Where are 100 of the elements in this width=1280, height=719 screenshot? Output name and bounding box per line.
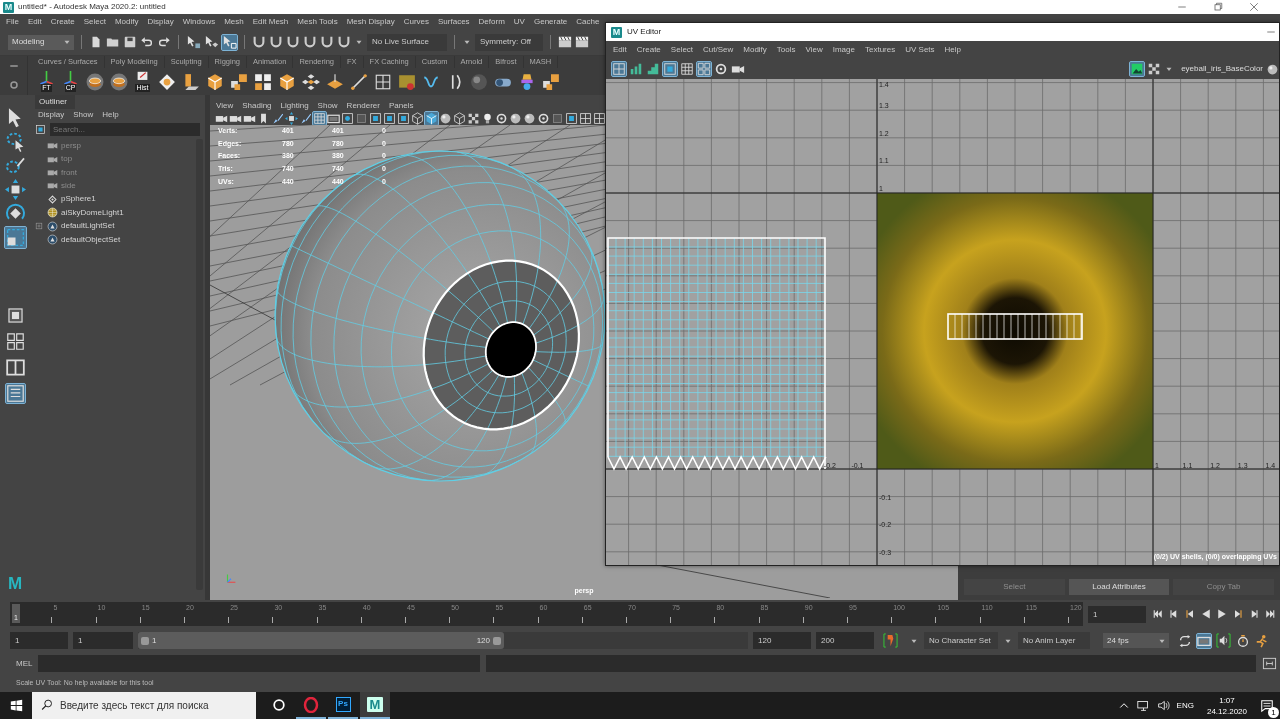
magnet-icon[interactable] [337, 35, 351, 49]
symmetry-field[interactable]: Symmetry: Off [475, 33, 543, 51]
frame-icon[interactable] [369, 111, 382, 125]
outliner-item[interactable]: defaultObjectSet [61, 234, 121, 245]
cursor-icon[interactable] [222, 34, 237, 50]
menu-item[interactable]: Windows [182, 16, 216, 27]
skip-to-start-icon[interactable] [1152, 608, 1164, 620]
clock-time[interactable]: 1:07 [1206, 694, 1247, 706]
checker-icon[interactable] [1147, 62, 1162, 76]
tile-icon[interactable] [612, 62, 626, 76]
running-figure-icon[interactable] [1255, 633, 1269, 648]
tile-icon[interactable] [593, 111, 606, 125]
taskbar-search-field[interactable]: Введите здесь текст для поиска [32, 692, 256, 719]
scale-icon[interactable] [4, 227, 26, 248]
menu-item[interactable]: File [6, 16, 19, 27]
menu-item[interactable]: Lighting [280, 100, 309, 111]
menu-item[interactable]: Edit Mesh [252, 16, 289, 27]
menu-item[interactable]: Panels [388, 100, 414, 111]
frame-icon[interactable] [565, 111, 578, 125]
slider-handle[interactable] [493, 636, 501, 645]
range-slider[interactable]: 1 120 [138, 632, 504, 649]
end-frame-field[interactable]: 120 [753, 632, 811, 649]
knife-icon[interactable] [349, 72, 368, 91]
squares-icon[interactable] [253, 72, 272, 91]
cube-icon[interactable] [277, 72, 296, 91]
brush-icon[interactable] [4, 155, 26, 176]
single-pane-icon[interactable] [5, 306, 25, 325]
diamond-icon[interactable] [157, 72, 176, 91]
menu-item[interactable]: Create [50, 16, 75, 27]
play-icon[interactable] [1216, 608, 1228, 620]
outliner-item[interactable]: aiSkyDomeLight1 [61, 207, 124, 218]
tiles-icon[interactable] [301, 72, 320, 91]
menu-item[interactable]: Modify [743, 45, 767, 55]
menu-item[interactable]: Show [73, 110, 94, 120]
loop-icon[interactable] [1178, 633, 1192, 648]
menu-item[interactable]: Create [636, 45, 661, 55]
start-frame-field[interactable]: 1 [73, 632, 133, 649]
menu-item[interactable]: Modify [114, 16, 139, 27]
play-backward-icon[interactable] [1200, 608, 1212, 620]
menu-item[interactable]: Mesh Tools [297, 16, 338, 27]
brush-icon[interactable] [299, 111, 312, 125]
sphere-icon[interactable] [509, 111, 522, 125]
command-language-label[interactable]: MEL [16, 658, 32, 669]
texture-name[interactable]: eyeball_iris_BaseColor [1181, 64, 1263, 74]
range-slider-track[interactable]: 1 120 [138, 632, 748, 649]
menu-item[interactable]: Select [670, 45, 694, 55]
previous-key-icon[interactable] [1184, 608, 1196, 620]
menu-item[interactable]: Tools [776, 45, 796, 55]
search-field[interactable]: Search... [50, 122, 200, 136]
menu-item[interactable]: View [216, 100, 234, 111]
cursor-icon[interactable] [186, 34, 201, 50]
sphere-mesh-drawing[interactable] [274, 150, 606, 482]
magnet-icon[interactable] [252, 35, 266, 49]
bar-chart-icon[interactable] [629, 62, 643, 76]
magnet-icon[interactable] [269, 35, 283, 49]
menu-item[interactable]: Mesh [224, 16, 244, 27]
anim-layer-field[interactable]: No Anim Layer [1018, 632, 1090, 649]
slider-handle[interactable] [141, 636, 149, 645]
outliner-item[interactable]: pSphere1 [61, 194, 96, 205]
uv-shell-drawing[interactable] [947, 313, 1083, 340]
plane-icon[interactable] [325, 72, 344, 91]
menu-item[interactable]: Edit [27, 16, 42, 27]
menu-item[interactable]: Edit [613, 45, 627, 55]
skip-to-end-icon[interactable] [1264, 608, 1276, 620]
sphere-icon[interactable] [523, 111, 536, 125]
outliner-tab[interactable]: Outliner [35, 95, 75, 109]
cube-icon[interactable] [205, 72, 224, 91]
stopwatch-icon[interactable] [1236, 633, 1250, 648]
menu-item[interactable]: Shading [242, 100, 272, 111]
target-icon[interactable] [341, 111, 354, 125]
frame-icon[interactable] [397, 111, 410, 125]
attribute-button[interactable]: Load Attributes [1068, 579, 1170, 595]
end-frame-field[interactable]: 200 [816, 632, 874, 649]
magnet-icon[interactable] [303, 35, 317, 49]
blocks-icon[interactable] [229, 72, 248, 91]
grid-icon[interactable] [680, 62, 694, 76]
sphere-icon[interactable] [469, 72, 488, 91]
menu-item[interactable]: UV [513, 16, 525, 27]
disc-stack-icon[interactable] [109, 72, 128, 91]
start-frame-field[interactable]: 1 [10, 632, 68, 649]
blocks-icon[interactable] [541, 72, 560, 91]
tile-icon[interactable] [373, 72, 392, 91]
menu-item[interactable]: Textures [864, 45, 896, 55]
ring-icon[interactable] [495, 111, 508, 125]
undo-icon[interactable] [140, 35, 154, 49]
result-field[interactable] [486, 655, 1256, 672]
live-surface-field[interactable]: No Live Surface [367, 33, 447, 51]
outliner-pane-icon[interactable] [5, 384, 25, 403]
sphere-icon[interactable] [1266, 62, 1279, 76]
speaker-icon[interactable] [1216, 633, 1231, 648]
cube-icon[interactable] [411, 111, 424, 125]
character-set-field[interactable]: No Character Set [924, 632, 998, 649]
close-icon[interactable] [1248, 1, 1260, 13]
sphere-icon[interactable] [439, 111, 452, 125]
command-field[interactable] [38, 655, 480, 672]
menu-item[interactable]: Show [317, 100, 338, 111]
move-icon[interactable] [285, 111, 298, 125]
menu-item[interactable]: Surfaces [438, 16, 470, 27]
menu-item[interactable]: Cut/Sew [703, 45, 734, 55]
magnet-icon[interactable] [286, 35, 300, 49]
